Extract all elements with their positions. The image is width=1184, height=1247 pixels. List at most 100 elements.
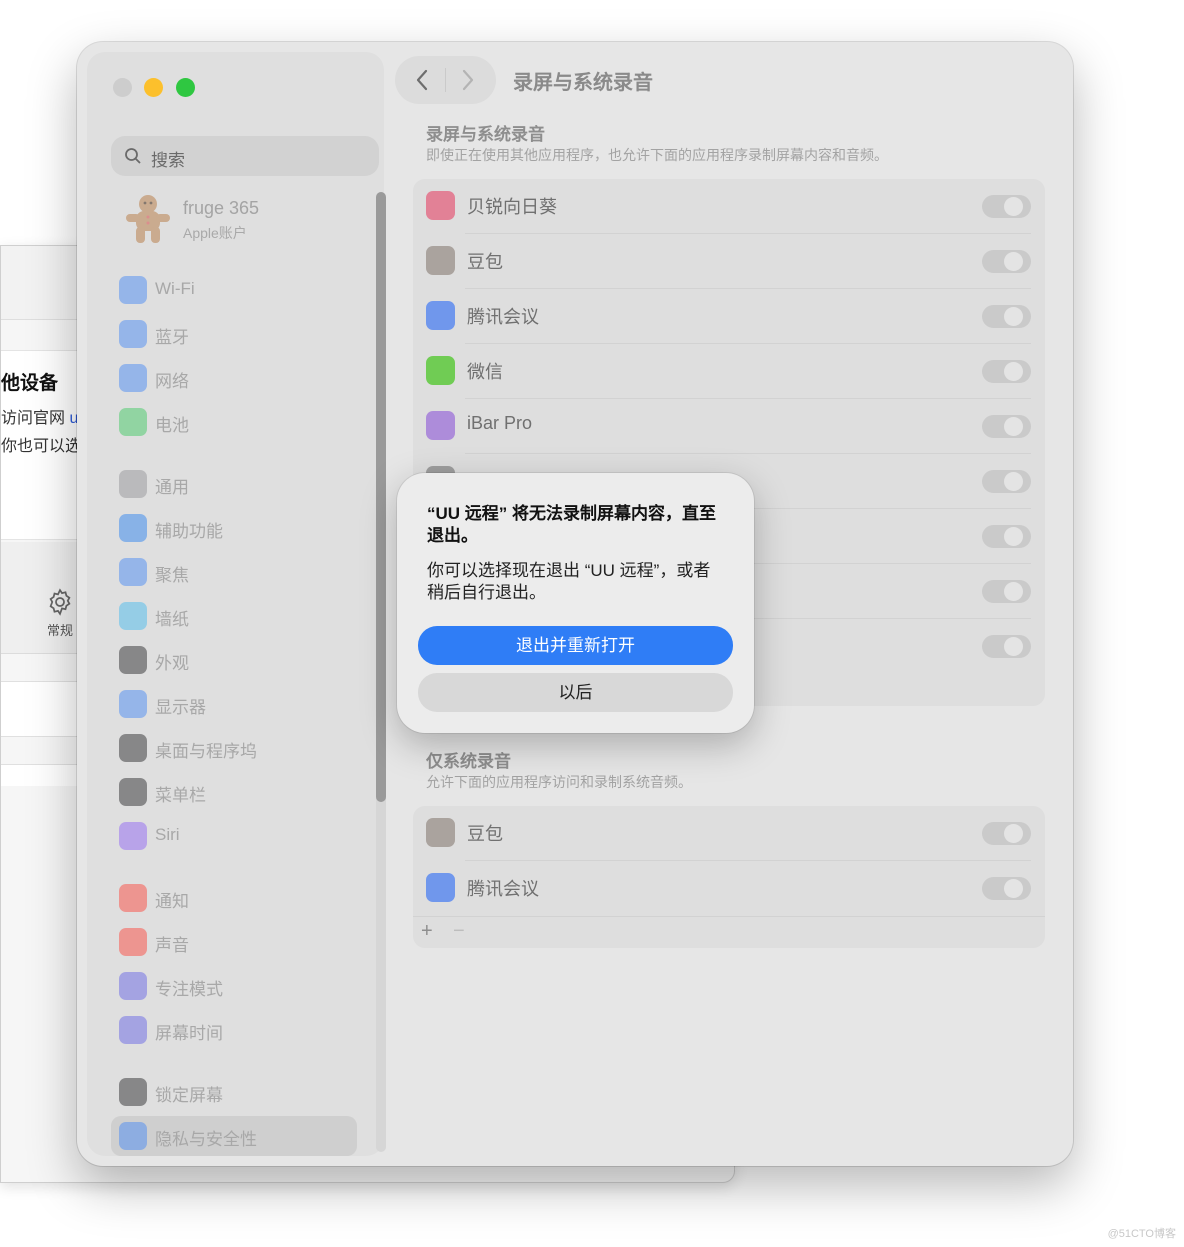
- background-text-line: 访问官网 uu: [1, 404, 87, 428]
- navigation-buttons: [395, 56, 496, 104]
- app-label: iBar Pro: [467, 413, 533, 433]
- tencent-meeting-icon: [426, 301, 455, 330]
- permission-toggle[interactable]: [982, 635, 1031, 658]
- accessibility-icon: [119, 514, 147, 542]
- toggle-knob: [1004, 307, 1023, 326]
- sidebar-item-label: 锁定屏幕: [155, 1086, 223, 1105]
- toggle-knob: [1004, 582, 1023, 601]
- alert-dialog: “UU 远程” 将无法录制屏幕内容，直至退出。 你可以选择现在退出 “UU 远程…: [397, 473, 754, 733]
- sidebar-item[interactable]: 通用: [111, 464, 357, 504]
- app-row: 豆包: [413, 234, 1045, 289]
- sidebar-item[interactable]: 锁定屏幕: [111, 1072, 357, 1112]
- permission-toggle[interactable]: [982, 580, 1031, 603]
- permission-toggle[interactable]: [982, 360, 1031, 383]
- sidebar-item[interactable]: 声音: [111, 922, 357, 962]
- sidebar-item[interactable]: 桌面与程序坞: [111, 728, 357, 768]
- wallpaper-icon: [119, 602, 147, 630]
- sidebar-item[interactable]: 网络: [111, 358, 357, 398]
- display-icon: [119, 690, 147, 718]
- doubao-icon: [426, 246, 455, 275]
- permission-toggle[interactable]: [982, 250, 1031, 273]
- sidebar-item-label: 网络: [155, 372, 189, 391]
- watermark: @51CTO博客: [1107, 1228, 1176, 1240]
- remove-button[interactable]: −: [453, 920, 465, 943]
- wechat-icon: [426, 356, 455, 385]
- later-button[interactable]: 以后: [418, 673, 733, 712]
- nav-separator: [445, 68, 446, 92]
- sidebar-item[interactable]: 外观: [111, 640, 357, 680]
- sidebar-item[interactable]: 通知: [111, 878, 357, 918]
- row-divider: [465, 233, 1031, 234]
- list-edit-bar: + −: [413, 916, 1045, 948]
- row-divider: [465, 453, 1031, 454]
- search-field[interactable]: 搜索: [111, 136, 379, 176]
- sidebar-item-label: Wi-Fi: [155, 279, 195, 298]
- sidebar-item[interactable]: Wi-Fi: [111, 270, 357, 310]
- gear-icon[interactable]: [45, 587, 75, 617]
- minimize-button[interactable]: [144, 78, 163, 97]
- account-name: fruge 365: [183, 198, 260, 218]
- sidebar-item[interactable]: 菜单栏: [111, 772, 357, 812]
- sidebar-item-label: 通知: [155, 892, 189, 911]
- app-row: 豆包: [413, 806, 1045, 861]
- sidebar-item-label: 外观: [155, 654, 189, 673]
- bluetooth-icon: [119, 320, 147, 348]
- globe-icon: [119, 364, 147, 392]
- row-divider: [465, 343, 1031, 344]
- sidebar-item[interactable]: 屏幕时间: [111, 1010, 357, 1050]
- permission-toggle[interactable]: [982, 195, 1031, 218]
- background-title: 他设备: [1, 373, 59, 394]
- sidebar-item-label: 电池: [155, 416, 189, 435]
- toggle-knob: [1004, 824, 1023, 843]
- apple-account[interactable]: fruge 365 Apple账户: [123, 192, 379, 248]
- sidebar-item-label: 专注模式: [155, 980, 223, 999]
- section-description-screen-recording: 即使正在使用其他应用程序，也允许下面的应用程序录制屏幕内容和音频。: [426, 147, 888, 163]
- close-button[interactable]: [113, 78, 132, 97]
- sidebar-item-label: 辅助功能: [155, 522, 223, 541]
- toggle-knob: [1004, 417, 1023, 436]
- permission-toggle[interactable]: [982, 305, 1031, 328]
- app-label: 腾讯会议: [467, 879, 539, 899]
- permission-toggle[interactable]: [982, 470, 1031, 493]
- add-button[interactable]: +: [421, 920, 433, 943]
- toggle-knob: [1004, 527, 1023, 546]
- sidebar-item[interactable]: 专注模式: [111, 966, 357, 1006]
- toggle-knob: [1004, 252, 1023, 271]
- sidebar-item[interactable]: Siri: [111, 816, 357, 856]
- sidebar-item[interactable]: 墙纸: [111, 596, 357, 636]
- alert-title: “UU 远程” 将无法录制屏幕内容，直至退出。: [427, 504, 716, 545]
- permission-toggle[interactable]: [982, 877, 1031, 900]
- sidebar-item-label: 桌面与程序坞: [155, 742, 257, 761]
- system-audio-app-list: 腾讯会议 豆包 + −: [413, 806, 1045, 948]
- sidebar-item[interactable]: 蓝牙: [111, 314, 357, 354]
- sidebar-item-label: 隐私与安全性: [155, 1130, 257, 1149]
- sidebar-item[interactable]: 电池: [111, 402, 357, 442]
- hourglass-icon: [119, 1016, 147, 1044]
- general-label[interactable]: 常规: [47, 620, 73, 639]
- sidebar-scrollbar-thumb[interactable]: [376, 192, 386, 802]
- app-label: 贝锐向日葵: [467, 197, 557, 217]
- speaker-icon: [119, 928, 147, 956]
- sidebar: 搜索 fruge 365 Apple账户 Wi-Fi 蓝牙网络电池通用辅助功能聚焦…: [87, 52, 386, 1156]
- sidebar-item[interactable]: 辅助功能: [111, 508, 357, 548]
- app-label: 豆包: [467, 824, 503, 844]
- sidebar-item[interactable]: 聚焦: [111, 552, 357, 592]
- battery-icon: [119, 408, 147, 436]
- back-chevron-icon[interactable]: [415, 68, 429, 92]
- wifi-icon: [119, 276, 147, 304]
- zoom-button[interactable]: [176, 78, 195, 97]
- permission-toggle[interactable]: [982, 525, 1031, 548]
- app-label: 豆包: [467, 252, 503, 272]
- sidebar-item-label: 显示器: [155, 698, 206, 717]
- forward-chevron-icon[interactable]: [461, 68, 475, 92]
- page-title: 录屏与系统录音: [513, 72, 653, 94]
- doubao-icon: [426, 818, 455, 847]
- permission-toggle[interactable]: [982, 822, 1031, 845]
- sidebar-item[interactable]: 隐私与安全性: [111, 1116, 357, 1156]
- search-placeholder: 搜索: [151, 151, 185, 170]
- permission-toggle[interactable]: [982, 415, 1031, 438]
- sidebar-item[interactable]: 显示器: [111, 684, 357, 724]
- siri-icon: [119, 822, 147, 850]
- quit-and-reopen-button[interactable]: 退出并重新打开: [418, 626, 733, 665]
- background-text-line-2: 你也可以选: [1, 438, 82, 455]
